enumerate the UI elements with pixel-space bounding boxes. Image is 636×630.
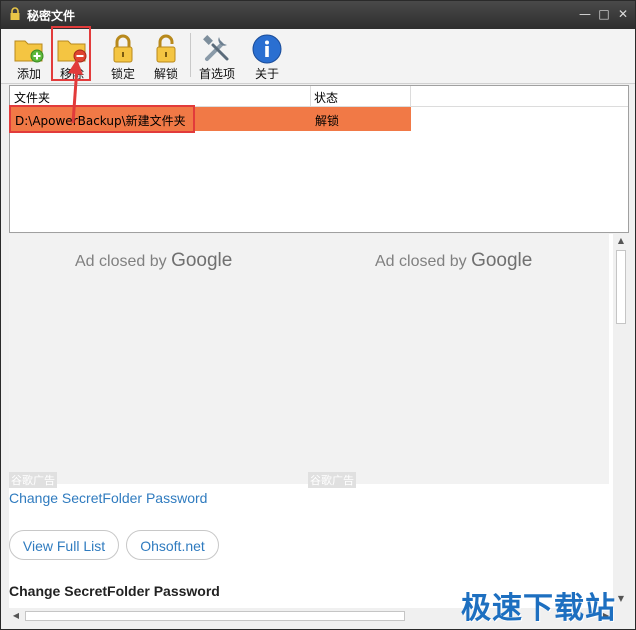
ad-label-right[interactable]: 谷歌广告 [308, 472, 356, 488]
vertical-scrollbar[interactable]: ▲ ▼ [613, 234, 629, 608]
maximize-button[interactable]: □ [596, 6, 612, 22]
ad-area: Ad closed by Google Ad closed by Google … [9, 234, 609, 488]
padlock-open-icon [156, 34, 176, 63]
toolbar: 添加 移除 锁定 解锁 首选项 关于 [1, 29, 635, 84]
preferences-button[interactable]: 首选项 [195, 31, 239, 81]
ad-content-pane: Ad closed by Google Ad closed by Google … [9, 234, 613, 608]
window-title: 秘密文件 [27, 9, 76, 23]
column-header-folder[interactable]: 文件夹 [14, 89, 50, 106]
folder-add-icon [14, 40, 44, 63]
column-header-status[interactable]: 状态 [314, 89, 338, 106]
minimize-button[interactable]: — [577, 6, 593, 22]
unlock-button[interactable]: 解锁 [144, 31, 188, 81]
google-brand: Google [171, 250, 233, 271]
about-button[interactable]: 关于 [245, 31, 289, 81]
watermark-text: 极速下载站 [461, 591, 616, 626]
preferences-label: 首选项 [198, 67, 235, 81]
title-bar: 秘密文件 — □ ✕ [1, 1, 635, 29]
horizontal-scroll-thumb[interactable] [25, 611, 405, 621]
google-brand: Google [471, 250, 533, 271]
ad-closed-left: Ad closed by Google [75, 250, 232, 272]
list-header: 文件夹 状态 [10, 86, 628, 107]
row-status: 解锁 [315, 114, 340, 128]
add-button[interactable]: 添加 [7, 31, 51, 81]
annotation-arrow-icon [68, 59, 83, 124]
padlock-closed-icon [113, 34, 133, 63]
add-label: 添加 [16, 67, 41, 81]
lock-label: 锁定 [110, 67, 135, 81]
change-password-link[interactable]: Change SecretFolder Password [9, 490, 207, 506]
lock-button[interactable]: 锁定 [101, 31, 145, 81]
ad-closed-text: Ad closed by [75, 253, 167, 270]
ad-label-left[interactable]: 谷歌广告 [9, 472, 57, 488]
tools-icon [203, 35, 229, 61]
close-button[interactable]: ✕ [615, 6, 631, 22]
section-heading: Change SecretFolder Password [9, 583, 220, 599]
column-divider [410, 86, 411, 106]
view-full-list-button[interactable]: View Full List [9, 530, 119, 560]
unlock-label: 解锁 [153, 67, 178, 81]
lock-icon [10, 7, 20, 20]
secretfolder-window: 秘密文件 — □ ✕ 添加 移除 锁定 解锁 首选项 关于 文件夹 状态 D:\… [0, 0, 636, 630]
vertical-scroll-thumb[interactable] [616, 250, 626, 324]
scroll-left-icon[interactable]: ◀ [9, 608, 23, 624]
highlight-box-row [9, 105, 195, 133]
toolbar-divider [190, 33, 191, 77]
ad-closed-text: Ad closed by [375, 253, 467, 270]
info-icon [252, 34, 282, 64]
ad-closed-right: Ad closed by Google [375, 250, 532, 272]
column-divider [310, 86, 311, 106]
ohsoft-link-button[interactable]: Ohsoft.net [126, 530, 219, 560]
about-label: 关于 [254, 67, 279, 81]
scroll-up-icon[interactable]: ▲ [613, 234, 629, 248]
